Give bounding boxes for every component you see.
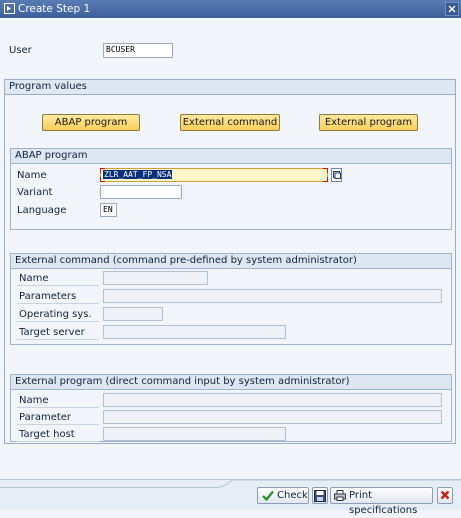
focus-corner [100, 177, 105, 182]
abap-program-title: ABAP program [11, 149, 451, 164]
ext-cmd-parameters-label: Parameters [17, 290, 99, 304]
ext-cmd-os-field[interactable] [103, 307, 163, 321]
language-label: Language [17, 205, 67, 216]
external-command-group: External command (command pre-defined by… [10, 253, 452, 345]
user-field[interactable]: BCUSER [103, 43, 173, 58]
print-label: Print specifications [349, 490, 418, 516]
title-bar: Create Step 1 [0, 0, 461, 18]
program-values-title: Program values [5, 80, 455, 95]
window-title: Create Step 1 [18, 3, 91, 15]
focus-corner [323, 177, 328, 182]
external-command-button[interactable]: External command [180, 114, 280, 131]
external-program-title: External program (direct command input b… [11, 375, 451, 390]
value-help-icon [333, 171, 341, 179]
ext-cmd-server-field[interactable] [103, 325, 286, 339]
ext-prog-parameter-label: Parameter [17, 411, 99, 425]
close-icon [448, 5, 456, 13]
abap-program-group: ABAP program Name ZLR_AAT_FP_NSA Variant… [10, 148, 452, 230]
variant-field[interactable] [100, 185, 182, 199]
print-icon [334, 490, 346, 501]
print-specifications-button[interactable]: Print specifications [330, 487, 433, 516]
value-help-button[interactable] [331, 168, 342, 182]
cancel-icon [440, 490, 450, 500]
ext-cmd-name-label: Name [17, 272, 99, 286]
abap-program-button[interactable]: ABAP program [42, 114, 140, 131]
close-button[interactable] [445, 2, 459, 16]
user-label: User [9, 45, 32, 56]
check-button[interactable]: Check [257, 487, 309, 504]
check-label: Check [277, 490, 308, 501]
window-icon [4, 3, 15, 14]
save-icon [314, 490, 326, 502]
bottom-toolbar: Check Print specifications [0, 479, 461, 516]
variant-label: Variant [17, 187, 53, 198]
ext-cmd-parameters-field[interactable] [103, 289, 442, 303]
ext-cmd-name-field[interactable] [103, 271, 208, 285]
abap-name-field[interactable]: ZLR_AAT_FP_NSA [100, 168, 328, 182]
ext-prog-parameter-field[interactable] [103, 410, 442, 424]
ext-cmd-server-label: Target server [17, 326, 99, 340]
program-values-group: Program values ABAP program External com… [4, 79, 456, 444]
ext-prog-name-field[interactable] [103, 393, 442, 407]
focus-corner [100, 168, 105, 173]
ext-cmd-os-label: Operating sys. [17, 308, 99, 322]
checkmark-icon [262, 490, 274, 501]
cancel-button[interactable] [437, 487, 453, 504]
ext-prog-host-label: Target host [17, 428, 99, 442]
ext-prog-host-field[interactable] [103, 427, 286, 441]
external-program-group: External program (direct command input b… [10, 374, 452, 442]
abap-name-value: ZLR_AAT_FP_NSA [103, 170, 173, 179]
external-command-title: External command (command pre-defined by… [11, 254, 451, 269]
language-field[interactable]: EN [100, 203, 117, 217]
ext-prog-name-label: Name [17, 394, 99, 408]
focus-corner [323, 168, 328, 173]
abap-name-label: Name [17, 170, 47, 181]
save-button[interactable] [312, 487, 328, 504]
external-program-button[interactable]: External program [319, 114, 418, 131]
